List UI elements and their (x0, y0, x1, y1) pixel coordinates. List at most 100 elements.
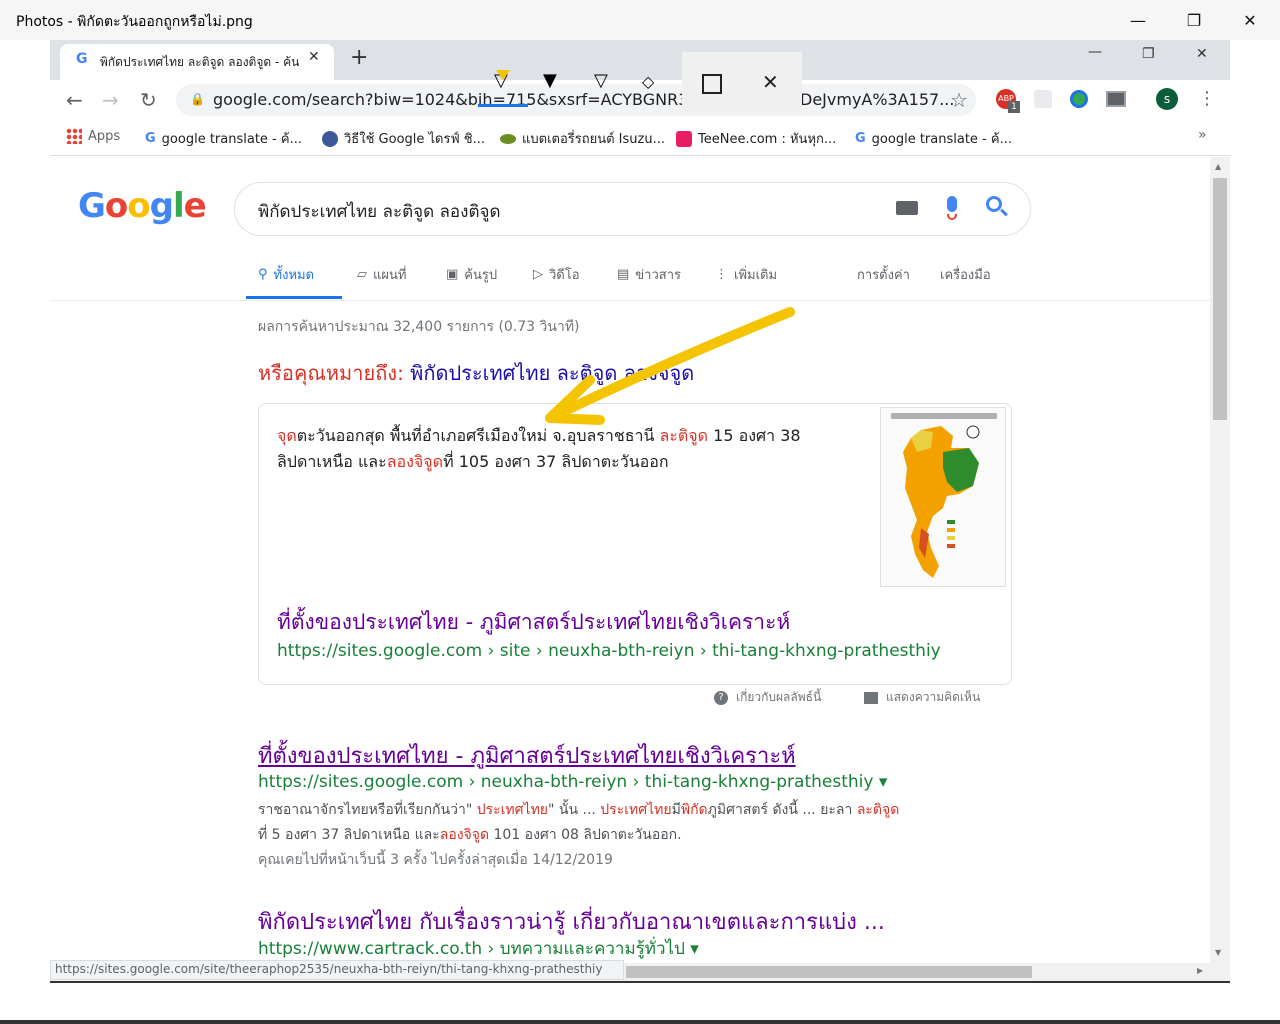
tab-label: ค้นรูป (464, 268, 498, 283)
vertical-scroll-thumb[interactable] (1213, 178, 1227, 420)
site-icon (322, 130, 338, 147)
about-label: เกี่ยวกับผลลัพธ์นี้ (736, 690, 822, 704)
feedback-link[interactable]: แสดงความคิดเห็น (864, 688, 980, 707)
tab-tools[interactable]: เครื่องมือ (940, 264, 991, 285)
result-text: ราชอาณาจักรไทยหรือที่เรียกกันว่า" (258, 802, 477, 818)
calligraphy-pen-icon[interactable]: ▽ (594, 70, 608, 91)
logo-letter: g (149, 186, 174, 226)
thailand-map-thumbnail[interactable] (880, 407, 1006, 587)
snippet-text-line-2: ลิปดาเหนือ และลองจิจูดที่ 105 องศา 37 ลิ… (277, 450, 669, 475)
bookmark-label: google translate - ค้... (161, 132, 302, 147)
tab-close-icon[interactable]: ✕ (308, 49, 320, 65)
result-text: ภูมิศาสตร์ ดังนี้ ... ยะลา (707, 802, 857, 818)
eraser-icon[interactable]: ◇ (642, 72, 654, 91)
scroll-up-icon[interactable]: ▲ (1215, 162, 1221, 171)
bookmark-teenee[interactable]: TeeNee.com : หันหุก... (676, 128, 836, 149)
bookmark-isuzu-battery[interactable]: แบตเตอรี่รถยนต์ Isuzu... (500, 128, 665, 149)
search-icon: ⚲ (258, 267, 268, 282)
google-logo[interactable]: Google (78, 186, 207, 226)
result-description-line-2: ที่ 5 องศา 37 ลิปดาเหนือ และลองจิจูด 101… (258, 824, 682, 846)
site-icon (500, 133, 516, 144)
extension-screenshot-icon[interactable] (1106, 91, 1126, 107)
extension-globe-icon[interactable] (1070, 90, 1088, 108)
scroll-right-icon[interactable]: ▶ (1197, 966, 1203, 975)
back-button[interactable]: ← (66, 88, 83, 112)
google-favicon-icon: G (76, 51, 88, 67)
about-this-result[interactable]: ? เกี่ยวกับผลลัพธ์นี้ (714, 688, 821, 707)
snippet-text: ลิปดาเหนือ และ (277, 452, 387, 471)
new-tab-button[interactable]: + (350, 45, 368, 70)
bookmark-google-translate[interactable]: G google translate - ค้... (145, 128, 302, 149)
news-icon: ▤ (617, 267, 630, 282)
help-icon: ? (714, 690, 728, 705)
keyboard-icon[interactable] (896, 201, 918, 215)
snippet-text: ที่ 105 องศา 37 ลิปดาตะวันออก (443, 452, 669, 471)
result-text: 101 องศา 08 ลิปดาตะวันออก. (489, 827, 682, 843)
result-visited-note: คุณเคยไปที่หน้าเว็บนี้ 3 ครั้ง ไปครั้งล่… (258, 852, 613, 868)
pencil-icon[interactable]: ▼ (543, 70, 557, 91)
browser-minimize-button[interactable]: — (1088, 44, 1102, 60)
result-cite[interactable]: https://www.cartrack.co.th › บทความและคว… (258, 935, 699, 962)
bookmark-label: google translate - ค้... (871, 132, 1012, 147)
tab-all[interactable]: ⚲ ทั้งหมด (258, 264, 314, 285)
microphone-icon[interactable] (947, 196, 957, 212)
snippet-highlight: จุด (277, 426, 297, 445)
browser-close-button[interactable]: ✕ (1196, 46, 1208, 62)
result-highlight: ละติจูด (856, 802, 900, 818)
horizontal-scroll-thumb[interactable] (626, 966, 1032, 978)
site-icon (676, 130, 692, 147)
result-text: ที่ 5 องศา 37 ลิปดาเหนือ และ (258, 827, 440, 843)
google-g-icon: G (855, 131, 866, 146)
photos-draw-toolbar-panel (682, 52, 802, 114)
reload-button[interactable]: ↻ (140, 88, 157, 112)
tab-more[interactable]: ⋮ เพิ่มเติม (715, 264, 777, 285)
google-g-icon: G (145, 131, 156, 146)
browser-maximize-button[interactable]: ❐ (1142, 46, 1155, 62)
logo-letter: o (127, 186, 150, 226)
more-vert-icon: ⋮ (715, 267, 728, 282)
photos-window-title: Photos - พิกัดตะวันออกถูกหรือไม่.png (16, 14, 253, 30)
tab-maps[interactable]: ▱ แผนที่ (357, 264, 406, 285)
result-text: มี (671, 802, 681, 818)
url-text-tail[interactable]: DeJvmyA%3A157... (800, 90, 954, 109)
apps-grid-icon (66, 128, 82, 144)
map-icon: ▱ (357, 267, 367, 282)
link-status-bar: https://sites.google.com/site/theeraphop… (50, 960, 624, 980)
tab-videos[interactable]: ▷ วิดีโอ (533, 264, 580, 285)
feedback-icon (864, 691, 878, 704)
chrome-menu-icon[interactable]: ⋮ (1198, 88, 1216, 109)
bookmarks-overflow-button[interactable]: » (1198, 127, 1207, 143)
image-icon: ▣ (446, 267, 459, 282)
result-highlight: พิกัด (680, 802, 708, 818)
bookmark-google-translate-2[interactable]: G google translate - ค้... (855, 128, 1012, 149)
pen-selected-indicator (478, 104, 528, 107)
profile-avatar[interactable]: s (1156, 88, 1178, 110)
feedback-label: แสดงความคิดเห็น (886, 690, 981, 704)
photos-maximize-button[interactable]: ❐ (1166, 0, 1222, 40)
snippet-cite[interactable]: https://sites.google.com › site › neuxha… (277, 641, 941, 661)
bookmark-label: วิธีใช้ Google ไดรฟ์ ชิ... (344, 132, 486, 147)
close-draw-icon[interactable]: ✕ (762, 70, 779, 94)
forward-button[interactable]: → (102, 88, 119, 112)
snippet-title-link[interactable]: ที่ตั้งของประเทศไทย - ภูมิศาสตร์ประเทศไท… (277, 606, 790, 639)
search-query[interactable]: พิกัดประเทศไทย ละติจูด ลองติจูด (258, 198, 500, 225)
save-icon[interactable] (702, 74, 722, 94)
extension-icon[interactable] (1034, 90, 1052, 108)
photos-minimize-button[interactable]: — (1110, 0, 1166, 40)
tab-title: พิกัดประเทศไทย ละติจูด ลองติจูด - ค้นห (100, 55, 300, 69)
result-cite[interactable]: https://sites.google.com › neuxha-bth-re… (258, 772, 887, 792)
result-title-link[interactable]: ที่ตั้งของประเทศไทย - ภูมิศาสตร์ประเทศไท… (258, 738, 796, 773)
result-title-link[interactable]: พิกัดประเทศไทย กับเรื่องราวน่ารู้ เกี่ยว… (258, 904, 885, 939)
tab-news[interactable]: ▤ ข่าวสาร (617, 264, 681, 285)
scroll-down-icon[interactable]: ▼ (1215, 948, 1221, 957)
tab-label: วิดีโอ (549, 268, 580, 283)
tab-images[interactable]: ▣ ค้นรูป (446, 264, 497, 285)
logo-letter: e (183, 186, 207, 226)
logo-letter: o (104, 186, 128, 226)
bookmark-google-drive-guide[interactable]: วิธีใช้ Google ไดรฟ์ ชิ... (322, 128, 485, 149)
bookmark-apps[interactable]: Apps (66, 128, 120, 144)
bookmark-star-icon[interactable]: ☆ (950, 88, 968, 112)
tab-settings[interactable]: การตั้งค่า (857, 264, 910, 285)
lock-icon[interactable]: 🔒 (190, 92, 205, 106)
photos-close-button[interactable]: ✕ (1222, 0, 1278, 40)
